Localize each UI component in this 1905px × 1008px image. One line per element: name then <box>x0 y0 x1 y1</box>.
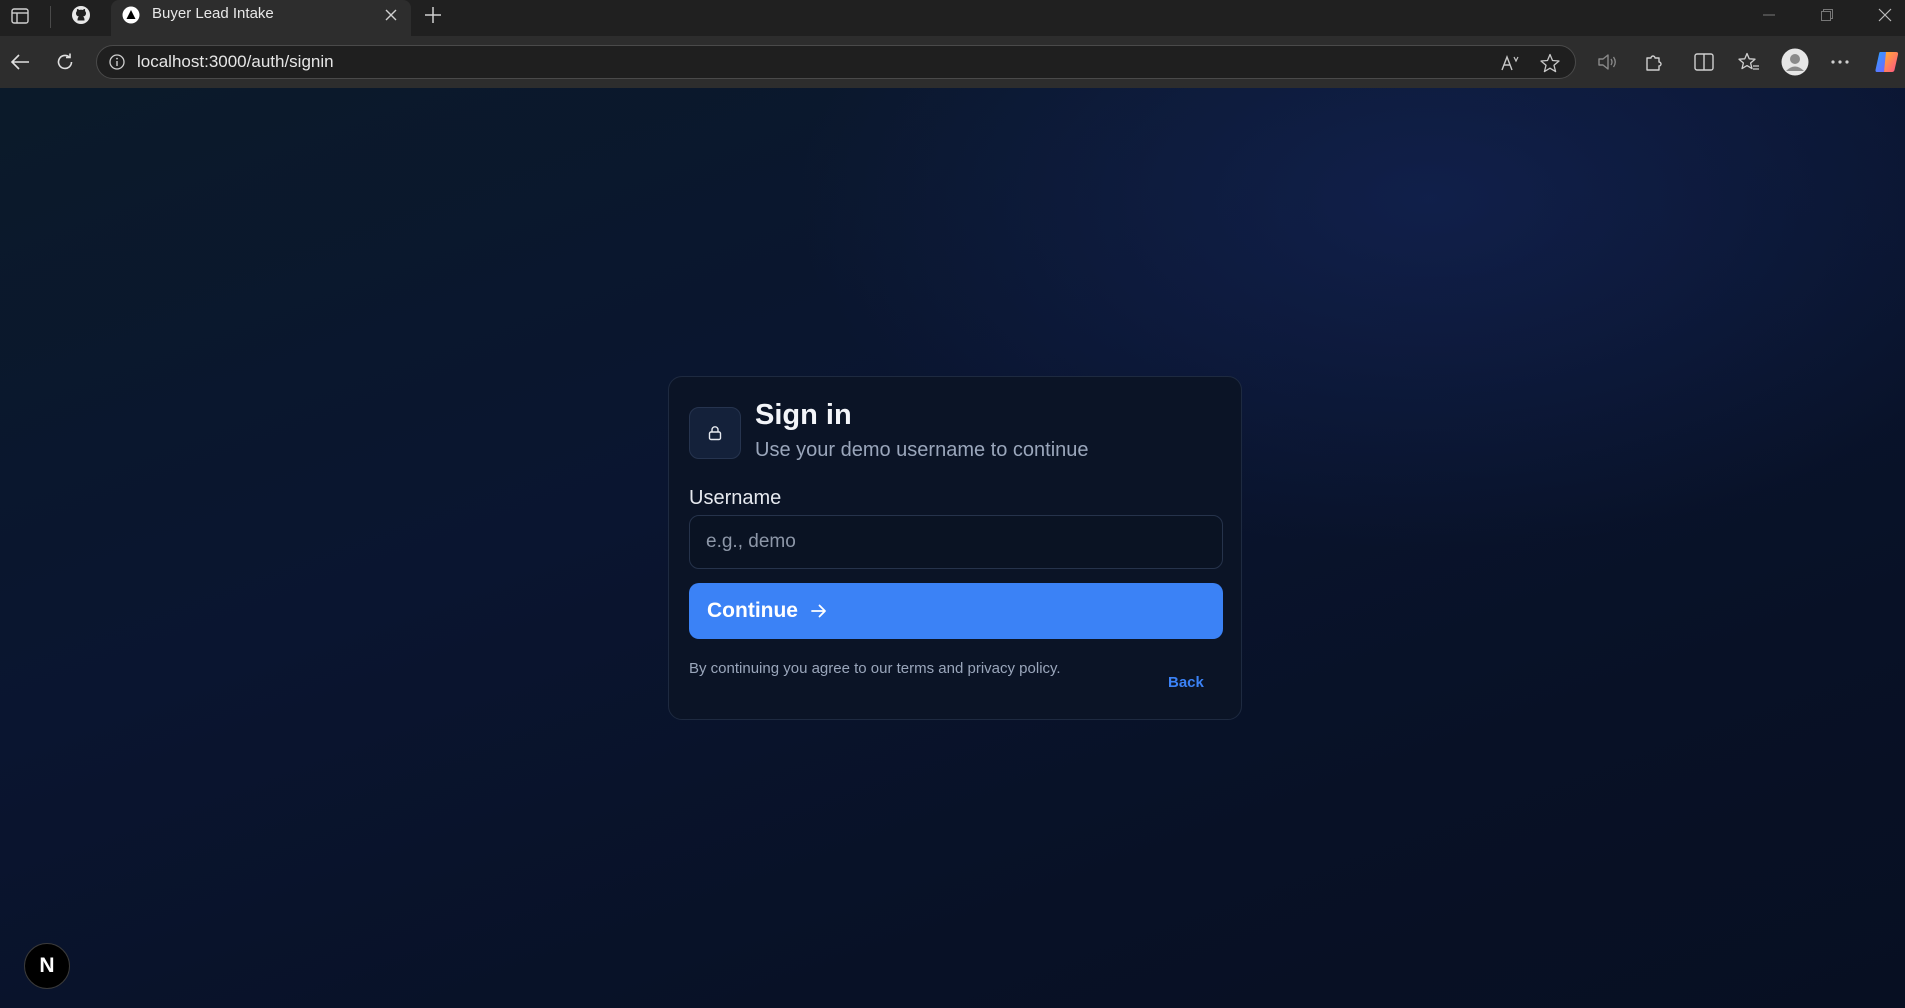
continue-button-label: Continue <box>707 599 798 622</box>
page-subtitle: Use your demo username to continue <box>755 439 1089 461</box>
lock-icon <box>707 425 723 441</box>
tab-divider <box>50 6 51 28</box>
arrow-left-icon[interactable] <box>6 48 34 76</box>
profile-icon[interactable] <box>1780 47 1810 77</box>
restore-icon[interactable] <box>1803 0 1851 30</box>
terms-text: By continuing you agree to our terms and… <box>689 660 1061 677</box>
continue-button[interactable]: Continue <box>689 583 1223 639</box>
back-link[interactable]: Back <box>1168 674 1204 691</box>
github-icon[interactable] <box>68 2 94 28</box>
triangle-logo-icon <box>121 5 141 25</box>
sidebar-toggle-icon[interactable] <box>8 4 32 28</box>
close-icon[interactable] <box>381 5 401 25</box>
puzzle-icon[interactable] <box>1641 49 1667 75</box>
signin-card: Sign in Use your demo username to contin… <box>668 376 1242 720</box>
lock-icon-container <box>689 407 741 459</box>
split-screen-icon[interactable] <box>1691 49 1717 75</box>
active-tab[interactable]: Buyer Lead Intake <box>111 0 411 36</box>
more-icon[interactable] <box>1827 49 1853 75</box>
info-icon[interactable] <box>107 52 127 72</box>
nextjs-dev-badge[interactable]: N <box>24 943 70 989</box>
username-label: Username <box>689 487 782 509</box>
username-input[interactable] <box>689 515 1223 569</box>
plus-icon[interactable] <box>421 3 445 27</box>
browser-toolbar: localhost:3000/auth/signin <box>0 36 1905 89</box>
favorites-icon[interactable] <box>1736 49 1762 75</box>
copilot-icon[interactable] <box>1872 47 1902 77</box>
tab-bar: Buyer Lead Intake <box>0 0 1905 36</box>
read-aloud-icon[interactable] <box>1499 51 1523 75</box>
star-icon[interactable] <box>1538 51 1562 75</box>
arrow-right-icon <box>810 603 828 619</box>
tab-title: Buyer Lead Intake <box>152 5 274 22</box>
address-bar[interactable]: localhost:3000/auth/signin <box>96 45 1576 79</box>
minimize-icon[interactable] <box>1745 0 1793 30</box>
speaker-icon[interactable] <box>1595 49 1621 75</box>
page-title: Sign in <box>755 399 852 431</box>
url-text: localhost:3000/auth/signin <box>137 52 334 71</box>
close-window-icon[interactable] <box>1861 0 1905 30</box>
signin-page: Sign in Use your demo username to contin… <box>0 88 1905 1008</box>
refresh-icon[interactable] <box>51 48 79 76</box>
